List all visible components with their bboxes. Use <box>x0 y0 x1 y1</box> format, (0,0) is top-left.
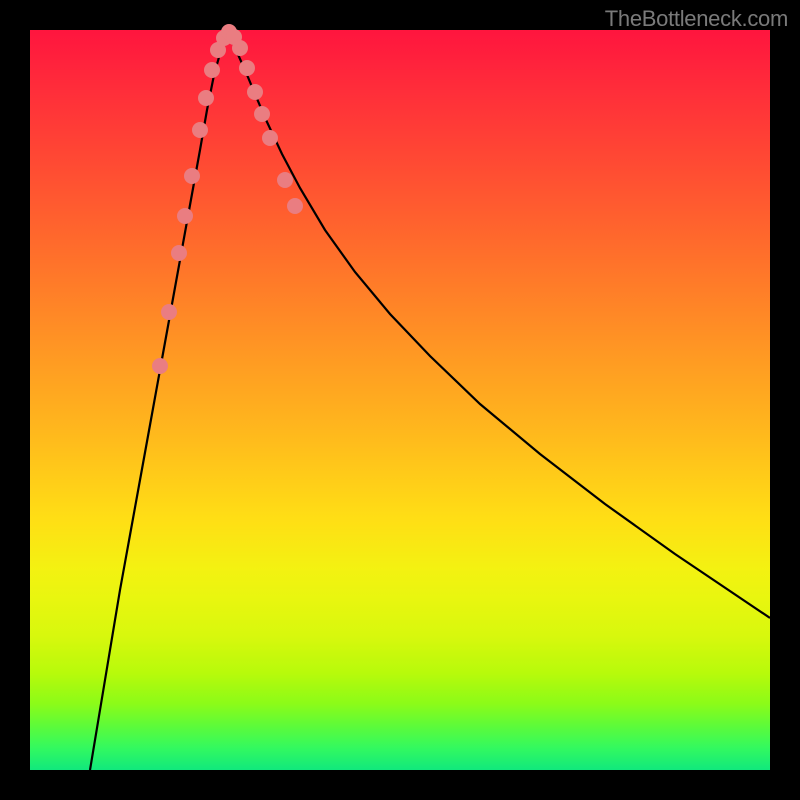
highlight-dot <box>247 84 263 100</box>
curve-svg <box>30 30 770 770</box>
highlight-dot <box>192 122 208 138</box>
chart-frame: TheBottleneck.com <box>0 0 800 800</box>
highlight-dot <box>232 40 248 56</box>
highlight-dot <box>204 62 220 78</box>
highlight-dot <box>184 168 200 184</box>
highlight-dot <box>239 60 255 76</box>
highlight-dot <box>171 245 187 261</box>
highlight-dot <box>287 198 303 214</box>
plot-area <box>30 30 770 770</box>
highlight-dot <box>161 304 177 320</box>
highlight-dot <box>152 358 168 374</box>
highlight-dot <box>177 208 193 224</box>
highlight-dot <box>198 90 214 106</box>
highlight-dot <box>254 106 270 122</box>
curve-right-arm <box>228 32 770 618</box>
highlight-dot <box>277 172 293 188</box>
highlight-dot <box>262 130 278 146</box>
watermark-text: TheBottleneck.com <box>605 6 788 32</box>
curve-left-arm <box>90 32 228 770</box>
